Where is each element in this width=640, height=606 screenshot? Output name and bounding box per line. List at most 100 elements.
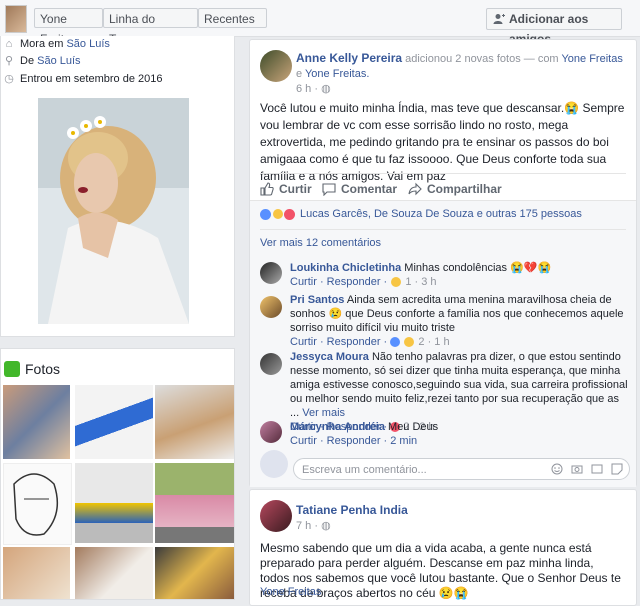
comment-actions[interactable]: Curtir · Responder · bbox=[290, 336, 387, 348]
like-reaction-icon bbox=[390, 337, 401, 348]
globe-icon: ◍ bbox=[321, 520, 331, 532]
photo-thumbnail[interactable] bbox=[3, 463, 72, 545]
see-more-link[interactable]: Ver mais bbox=[302, 407, 345, 419]
photo-thumbnail[interactable] bbox=[155, 385, 234, 459]
like-reaction-icon bbox=[260, 208, 271, 220]
author-name[interactable]: Tatiane Penha India bbox=[296, 503, 408, 517]
share-label: Compartilhar bbox=[427, 182, 502, 196]
sad-reaction-icon bbox=[404, 337, 415, 348]
divider bbox=[260, 173, 626, 174]
share-icon bbox=[408, 182, 422, 196]
photo-thumbnail[interactable] bbox=[155, 547, 234, 599]
photo-thumbnail[interactable] bbox=[3, 547, 70, 599]
comment-input-placeholder: Escreva um comentário... bbox=[302, 464, 427, 476]
thumbs-up-icon bbox=[260, 182, 274, 196]
add-friend-button[interactable]: Adicionar aos amigos bbox=[486, 8, 622, 46]
globe-icon: ◍ bbox=[321, 83, 331, 95]
photo-thumbnail[interactable] bbox=[75, 385, 153, 459]
joined-text: Entrou em setembro de 2016 bbox=[20, 73, 163, 85]
lives-in-prefix: Mora em bbox=[20, 38, 64, 50]
comment-item: Márcynha Andréia Meu Deus Curtir · Respo… bbox=[290, 420, 630, 448]
comment-actions[interactable]: Curtir · Responder · 2 min bbox=[290, 435, 417, 447]
tagged-user-link[interactable]: Yone Freitas bbox=[260, 586, 321, 598]
from-row: ⚲ De São Luís bbox=[3, 53, 81, 69]
like-label: Curtir bbox=[279, 182, 312, 196]
gif-icon[interactable] bbox=[591, 463, 603, 475]
emoji-icon[interactable] bbox=[551, 463, 563, 475]
commenter-name[interactable]: Márcynha Andréia bbox=[290, 421, 385, 433]
author-avatar[interactable] bbox=[260, 500, 292, 532]
comment-input[interactable]: Escreva um comentário... bbox=[293, 458, 630, 480]
camera-icon[interactable] bbox=[571, 463, 583, 475]
profile-name-button[interactable]: Yone Freitas bbox=[34, 8, 103, 46]
sticker-icon[interactable] bbox=[611, 463, 623, 475]
comment-icon bbox=[322, 183, 336, 196]
reactions-text: Lucas Garcês, De Souza De Souza e outras… bbox=[300, 208, 582, 220]
like-button[interactable]: Curtir bbox=[260, 182, 312, 196]
commenter-name[interactable]: Pri Santos bbox=[290, 294, 344, 306]
post-card: Tatiane Penha India 7 h · ◍ Mesmo sabend… bbox=[249, 489, 637, 606]
comment-label: Comentar bbox=[341, 182, 398, 196]
share-button[interactable]: Compartilhar bbox=[408, 182, 502, 196]
comment-text: Meu Deus bbox=[388, 421, 439, 433]
comment-meta: Curtir · Responder · 2 min bbox=[290, 434, 630, 448]
post-action-and: e bbox=[296, 68, 303, 80]
comment-meta: Curtir · Responder · 2 · 1 h bbox=[290, 335, 630, 349]
profile-thumbnail[interactable] bbox=[5, 5, 27, 33]
photo-thumbnail[interactable] bbox=[75, 463, 153, 543]
lives-in-row: ⌂ Mora em São Luís bbox=[3, 36, 110, 52]
sad-reaction-icon bbox=[273, 209, 283, 219]
tagged-user-link[interactable]: Yone Freitas bbox=[561, 53, 622, 65]
love-reaction-icon bbox=[284, 208, 295, 220]
from-link[interactable]: São Luís bbox=[37, 55, 80, 67]
timeline-button[interactable]: Linha do Tempo bbox=[103, 8, 198, 46]
comment-button[interactable]: Comentar bbox=[322, 182, 397, 196]
commenter-avatar[interactable] bbox=[260, 296, 282, 318]
map-pin-icon: ⚲ bbox=[4, 55, 14, 67]
post-header: Anne Kelly Pereira adicionou 2 novas fot… bbox=[296, 51, 630, 82]
add-friend-icon bbox=[493, 14, 505, 24]
comment-reaction-count: 2 · 1 h bbox=[418, 336, 450, 348]
post-time-label: 7 h · bbox=[296, 520, 319, 532]
from-prefix: De bbox=[20, 55, 35, 67]
current-user-avatar bbox=[260, 450, 288, 478]
intro-card: ⌂ Mora em São Luís ⚲ De São Luís ◷ Entro… bbox=[0, 36, 235, 337]
post-time-label: 6 h · bbox=[296, 83, 319, 95]
comment-meta: Curtir · Responder · 1 · 3 h bbox=[290, 275, 630, 289]
comment-actions[interactable]: Curtir · Responder · bbox=[290, 276, 387, 288]
clock-icon: ◷ bbox=[4, 73, 14, 85]
tagged-user-link-2[interactable]: Yone Freitas. bbox=[305, 68, 369, 80]
featured-photo[interactable] bbox=[38, 98, 189, 324]
profile-top-bar: Yone Freitas Linha do Tempo Recentes Adi… bbox=[0, 0, 640, 46]
post-card: Anne Kelly Pereira adicionou 2 novas fot… bbox=[249, 39, 637, 487]
view-more-comments-link[interactable]: Ver mais 12 comentários bbox=[260, 237, 381, 249]
post-action-text: adicionou 2 novas fotos — com bbox=[405, 53, 559, 65]
joined-row: ◷ Entrou em setembro de 2016 bbox=[3, 71, 162, 87]
recent-button[interactable]: Recentes bbox=[198, 8, 267, 43]
comment-reaction-count: 1 · 3 h bbox=[405, 276, 437, 288]
commenter-avatar[interactable] bbox=[260, 353, 282, 375]
commenter-avatar[interactable] bbox=[260, 421, 282, 443]
sad-reaction-icon bbox=[391, 277, 402, 288]
home-icon: ⌂ bbox=[5, 38, 13, 50]
photo-thumbnail[interactable] bbox=[155, 463, 234, 543]
photo-thumbnail[interactable] bbox=[3, 385, 70, 459]
photos-title[interactable]: Fotos bbox=[25, 361, 60, 377]
photos-card: Fotos bbox=[0, 348, 235, 600]
commenter-name[interactable]: Jessyca Moura bbox=[290, 351, 369, 363]
photos-icon bbox=[4, 361, 20, 377]
commenter-avatar[interactable] bbox=[260, 262, 282, 284]
post-time[interactable]: 7 h · ◍ bbox=[296, 519, 331, 532]
reactions-summary[interactable]: Lucas Garcês, De Souza De Souza e outras… bbox=[260, 208, 582, 220]
author-avatar[interactable] bbox=[260, 50, 292, 82]
sketch-image bbox=[13, 473, 59, 536]
recent-label: Recentes bbox=[204, 12, 255, 26]
lives-in-link[interactable]: São Luís bbox=[66, 38, 109, 50]
featured-photo-image bbox=[38, 98, 189, 324]
comment-item: Loukinha Chicletinha Minhas condolências… bbox=[290, 261, 630, 289]
photo-thumbnail[interactable] bbox=[75, 547, 153, 599]
author-name[interactable]: Anne Kelly Pereira bbox=[296, 51, 402, 65]
commenter-name[interactable]: Loukinha Chicletinha bbox=[290, 262, 401, 274]
post-time[interactable]: 6 h · ◍ bbox=[296, 82, 331, 95]
divider bbox=[260, 229, 626, 230]
